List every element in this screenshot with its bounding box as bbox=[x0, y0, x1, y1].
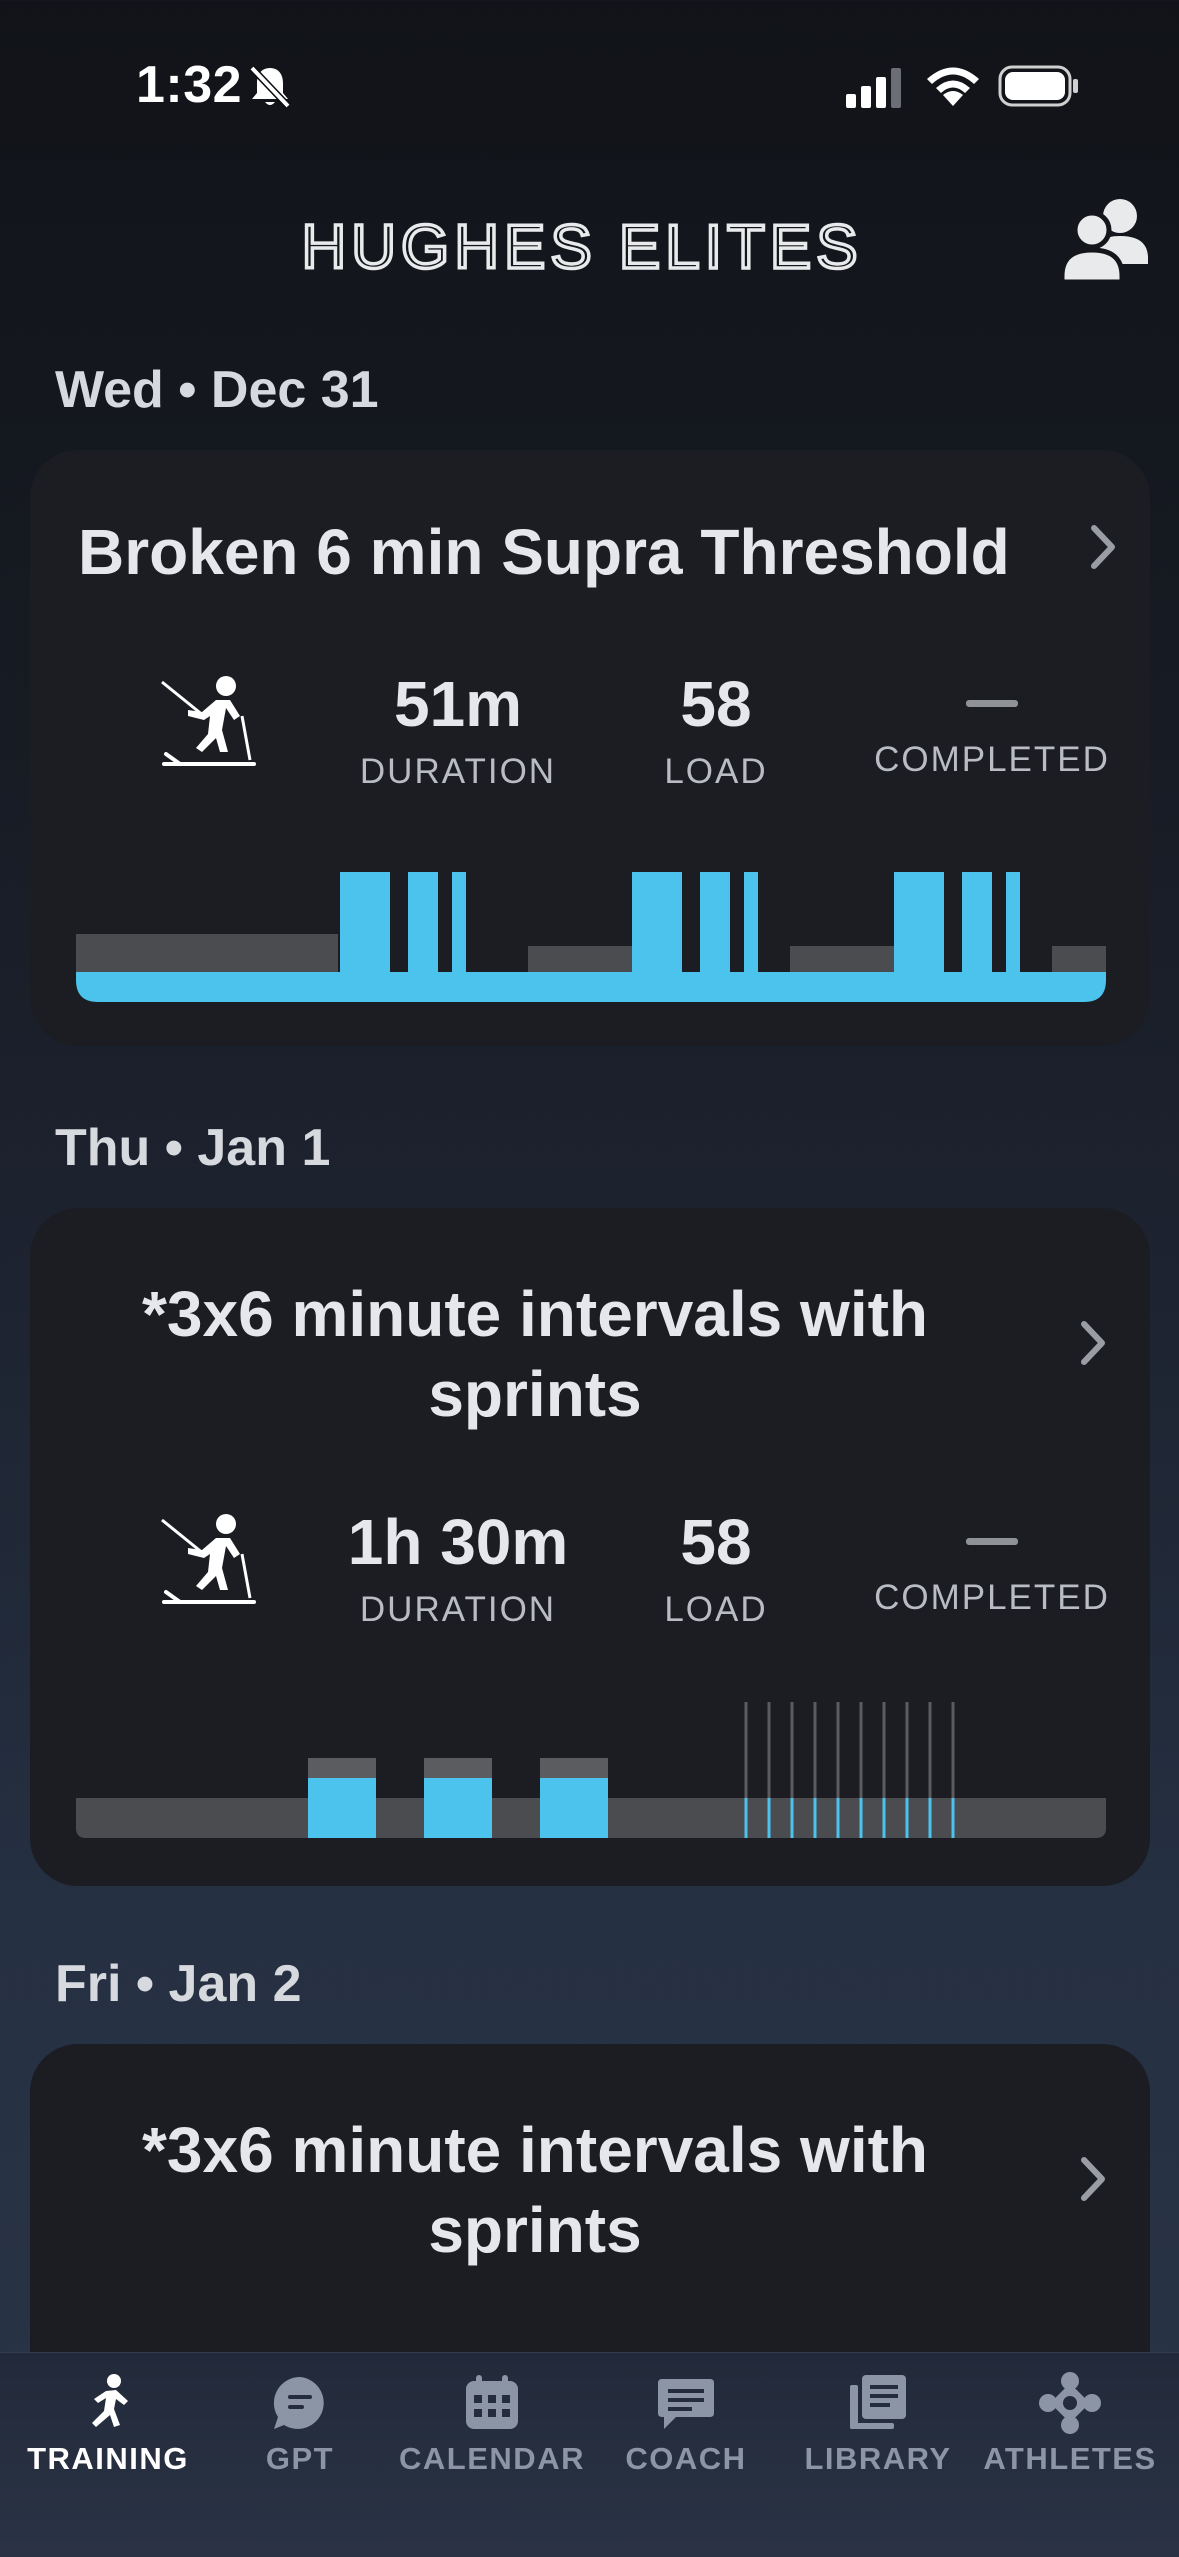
completed-label: COMPLETED bbox=[874, 740, 1110, 779]
duration-value: 1h 30m bbox=[347, 1506, 569, 1578]
tab-calendar[interactable]: CALENDAR bbox=[394, 2371, 590, 2477]
tab-label: COACH bbox=[625, 2441, 747, 2476]
bell-muted-icon bbox=[249, 65, 291, 109]
chart-baseline bbox=[76, 972, 1106, 1002]
battery-icon bbox=[998, 65, 1078, 107]
chart-block-interval bbox=[452, 872, 466, 972]
chart-block-interval bbox=[700, 872, 730, 972]
load-value: 58 bbox=[680, 1506, 752, 1578]
chevron-right-icon bbox=[1091, 525, 1115, 569]
duration-stat: 51m DURATION bbox=[338, 668, 578, 792]
running-icon bbox=[92, 2374, 128, 2427]
chart-block-interval bbox=[1006, 872, 1020, 972]
completed-label: COMPLETED bbox=[874, 1578, 1110, 1617]
load-value: 58 bbox=[680, 668, 752, 740]
chart-block-recovery bbox=[528, 946, 632, 972]
tab-athletes[interactable]: ATHLETES bbox=[972, 2371, 1168, 2477]
workout-title: *3x6 minute intervals with sprints bbox=[141, 1278, 929, 1430]
chevron-right-icon bbox=[1081, 1321, 1105, 1365]
workout-intensity-chart bbox=[76, 1702, 1106, 1838]
day-heading: Wed • Dec 31 bbox=[55, 361, 379, 419]
load-stat: 58 LOAD bbox=[596, 668, 836, 792]
duration-label: DURATION bbox=[359, 1590, 557, 1629]
tab-coach[interactable]: COACH bbox=[588, 2371, 784, 2477]
people-icon[interactable] bbox=[1058, 194, 1154, 286]
chart-block-interval bbox=[424, 1778, 492, 1838]
tab-training[interactable]: TRAINING bbox=[10, 2371, 206, 2477]
wifi-icon bbox=[927, 67, 979, 106]
status-bar: 1:32 bbox=[0, 0, 1179, 170]
chart-block-interval bbox=[632, 872, 682, 972]
workout-card[interactable]: Broken 6 min Supra Threshold 51m DURATIO… bbox=[30, 450, 1150, 1046]
skiing-icon bbox=[161, 676, 256, 766]
chart-block-interval-cap bbox=[308, 1758, 376, 1778]
library-icon bbox=[850, 2375, 906, 2429]
chart-block-interval bbox=[894, 872, 944, 972]
message-icon bbox=[658, 2379, 714, 2429]
chart-block-cooldown bbox=[1052, 946, 1106, 972]
workout-title: *3x6 minute intervals with sprints bbox=[141, 2114, 929, 2266]
chart-block-warmup bbox=[76, 934, 338, 972]
duration-stat: 1h 30m DURATION bbox=[338, 1506, 578, 1630]
chart-block-interval bbox=[962, 872, 992, 972]
athletes-icon bbox=[1039, 2372, 1101, 2434]
day-heading: Thu • Jan 1 bbox=[55, 1119, 331, 1177]
tab-bar: TRAINING GPT CALENDAR COACH LIBRARY ATHL… bbox=[0, 2352, 1179, 2557]
brand-logo-text: HUGHES ELITES bbox=[301, 213, 862, 282]
completed-value bbox=[966, 700, 1018, 707]
skiing-icon bbox=[161, 1514, 256, 1604]
duration-label: DURATION bbox=[359, 752, 557, 791]
completed-stat: COMPLETED bbox=[842, 668, 1142, 780]
brand-logo: HUGHES ELITES bbox=[300, 211, 862, 284]
tab-label: GPT bbox=[265, 2441, 335, 2476]
tab-library[interactable]: LIBRARY bbox=[780, 2371, 976, 2477]
tab-label: LIBRARY bbox=[804, 2441, 952, 2476]
workout-title: Broken 6 min Supra Threshold bbox=[78, 516, 1010, 588]
chat-bubble-icon bbox=[273, 2376, 324, 2429]
chart-block-interval bbox=[408, 872, 438, 972]
tab-label: CALENDAR bbox=[399, 2441, 585, 2476]
load-stat: 58 LOAD bbox=[596, 1506, 836, 1630]
status-time: 1:32 bbox=[136, 56, 243, 114]
chart-block-recovery bbox=[790, 946, 894, 972]
duration-value: 51m bbox=[393, 668, 523, 740]
load-label: LOAD bbox=[664, 1590, 768, 1629]
completed-value bbox=[966, 1538, 1018, 1545]
tab-label: ATHLETES bbox=[983, 2441, 1157, 2476]
chart-block-interval bbox=[340, 872, 390, 972]
day-heading: Fri • Jan 2 bbox=[55, 1955, 302, 2013]
chart-block-interval-cap bbox=[424, 1758, 492, 1778]
tab-label: TRAINING bbox=[27, 2441, 189, 2476]
chart-block-interval-cap bbox=[540, 1758, 608, 1778]
chart-block-interval bbox=[744, 872, 758, 972]
chart-block-interval bbox=[308, 1778, 376, 1838]
load-label: LOAD bbox=[664, 752, 768, 791]
tab-gpt[interactable]: GPT bbox=[202, 2371, 398, 2477]
completed-stat: COMPLETED bbox=[842, 1506, 1142, 1618]
workout-card[interactable]: *3x6 minute intervals with sprints 1h 30… bbox=[30, 1208, 1150, 1886]
chart-block-interval bbox=[540, 1778, 608, 1838]
cellular-signal-icon bbox=[846, 68, 901, 108]
workout-intensity-chart bbox=[76, 872, 1106, 1002]
calendar-icon bbox=[466, 2375, 518, 2429]
chevron-right-icon bbox=[1081, 2157, 1105, 2201]
